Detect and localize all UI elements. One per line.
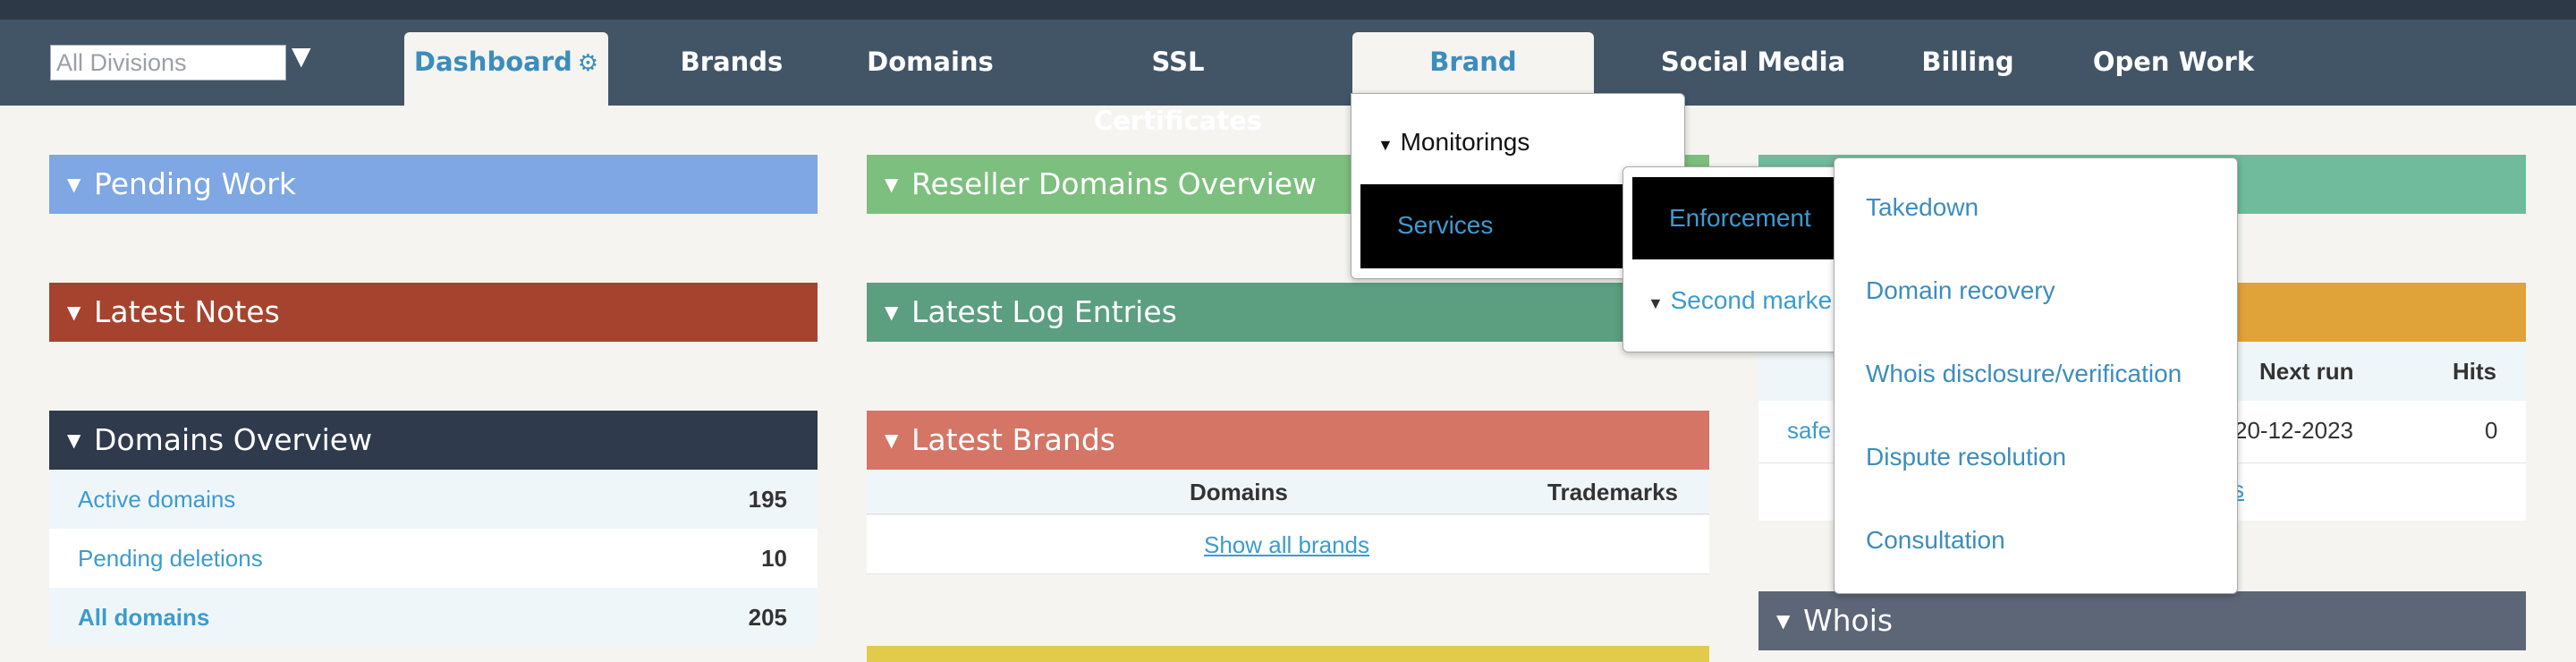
gear-icon: ⚙ [577, 50, 599, 77]
panel-title: Latest Log Entries [911, 294, 1177, 329]
panel-latest-notes[interactable]: ▼ Latest Notes [49, 283, 818, 342]
panel-title: Domains Overview [94, 422, 373, 457]
menu-item-services-label: Services [1397, 211, 1494, 239]
nav-open-work[interactable]: Open Work [2089, 32, 2258, 106]
menu-item-takedown[interactable]: Takedown [1866, 193, 1979, 222]
table-row: Pending deletions 10 [49, 529, 818, 588]
panel-latest-brands[interactable]: ▼ Latest Brands [867, 411, 1709, 470]
menu-item-second-market[interactable]: ▼ Second marke [1648, 286, 1832, 315]
caret-down-icon: ▼ [1776, 610, 1791, 632]
row-value: 10 [761, 545, 787, 572]
menu-item-monitorings[interactable]: ▼ Monitorings [1377, 128, 1530, 157]
panel-latest-log[interactable]: ▼ Latest Log Entries [867, 283, 1709, 342]
panel-title: Latest Brands [911, 422, 1115, 457]
nav-billing[interactable]: Billing [1914, 32, 2021, 106]
division-select[interactable]: All Divisions [50, 45, 286, 81]
caret-down-icon: ▼ [885, 301, 899, 323]
menu-item-whois-disclosure[interactable]: Whois disclosure/verification [1866, 360, 2182, 388]
panel-title: Pending Work [94, 166, 296, 201]
menu-item-label: Second marke [1670, 286, 1833, 314]
column-header-trademarks: Trademarks [1547, 479, 1678, 505]
column-header-hits: Hits [2453, 358, 2497, 385]
column-header-domains: Domains [1190, 479, 1288, 505]
top-strip [0, 0, 2576, 20]
panel-header-partial [867, 646, 1709, 662]
nav-brands[interactable]: Brands [662, 32, 801, 106]
nav-dashboard-label: Dashboard [413, 47, 572, 77]
panel-domains-overview[interactable]: ▼ Domains Overview [49, 411, 818, 470]
hits-value: 0 [2485, 417, 2498, 444]
panel-title: Reseller Domains Overview [911, 166, 1318, 201]
menu-item-consultation[interactable]: Consultation [1866, 526, 2005, 555]
panel-title: Latest Notes [94, 294, 280, 329]
caret-down-icon: ▼ [885, 174, 899, 195]
caret-down-icon: ▼ [67, 429, 81, 451]
menu-item-label: Monitorings [1400, 128, 1530, 156]
show-all-brands-link[interactable]: Show all brands [1204, 531, 1369, 559]
nav-domains[interactable]: Domains [859, 32, 1002, 106]
row-value: 195 [748, 486, 787, 513]
panel-title: Whois [1803, 603, 1894, 638]
pending-deletions-link[interactable]: Pending deletions [78, 529, 263, 588]
monitoring-name-link[interactable]: safe [1787, 417, 1831, 445]
caret-down-icon: ▼ [1648, 294, 1664, 312]
panel-whois[interactable]: ▼ Whois [1758, 591, 2526, 650]
all-domains-link[interactable]: All domains [78, 588, 209, 647]
table-row: All domains 205 [49, 588, 818, 647]
column-header-next-run: Next run [2259, 358, 2354, 385]
panel-pending-work[interactable]: ▼ Pending Work [49, 155, 818, 214]
menu-item-domain-recovery[interactable]: Domain recovery [1866, 276, 2055, 305]
caret-down-icon: ▼ [885, 429, 899, 451]
row-value: 205 [748, 604, 787, 631]
menu-item-enforcement-label: Enforcement [1669, 204, 1811, 232]
caret-down-icon: ▼ [67, 174, 81, 195]
menu-item-dispute-resolution[interactable]: Dispute resolution [1866, 443, 2066, 471]
chevron-down-icon[interactable]: ▼ [292, 41, 311, 71]
caret-down-icon: ▼ [1377, 136, 1394, 154]
table-row: Active domains 195 [49, 470, 818, 529]
nav-dashboard[interactable]: Dashboard ⚙ [404, 32, 608, 106]
nav-ssl-certificates[interactable]: SSL Certificates [1064, 32, 1292, 136]
active-domains-link[interactable]: Active domains [78, 470, 235, 529]
next-run-value: 20-12-2023 [2234, 417, 2353, 444]
caret-down-icon: ▼ [67, 301, 81, 323]
